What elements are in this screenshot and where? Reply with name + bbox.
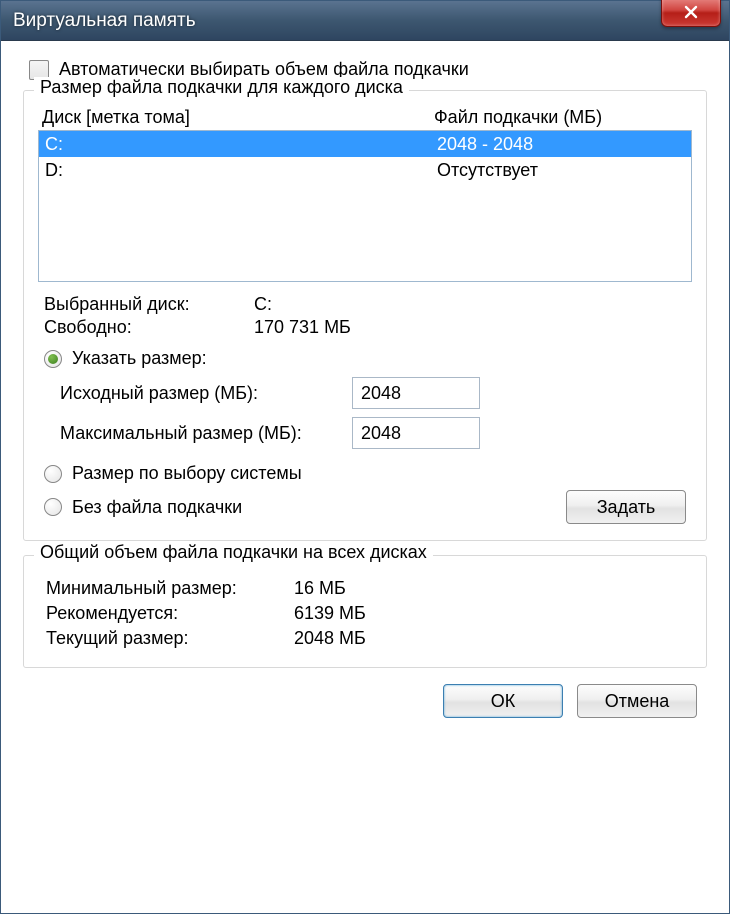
radio-system-size-label: Размер по выбору системы <box>72 463 302 484</box>
drive-cell: C: <box>45 132 437 156</box>
titlebar[interactable]: Виртуальная память <box>1 1 729 41</box>
totals-group: Общий объем файла подкачки на всех диска… <box>23 555 707 668</box>
min-size-label: Минимальный размер: <box>46 578 294 599</box>
column-drive-header: Диск [метка тома] <box>42 107 434 128</box>
paging-cell: 2048 - 2048 <box>437 132 533 156</box>
cancel-button[interactable]: Отмена <box>577 684 697 718</box>
dialog-content: Автоматически выбирать объем файла подка… <box>1 41 729 734</box>
radio-no-paging[interactable] <box>44 498 62 516</box>
free-space-label: Свободно: <box>44 317 254 338</box>
per-drive-group: Размер файла подкачки для каждого диска … <box>23 90 707 541</box>
drive-listbox[interactable]: C: 2048 - 2048 D: Отсутствует <box>38 130 692 282</box>
per-drive-group-title: Размер файла подкачки для каждого диска <box>34 77 409 98</box>
radio-no-paging-label: Без файла подкачки <box>72 497 242 518</box>
close-icon <box>684 5 698 19</box>
radio-system-size[interactable] <box>44 465 62 483</box>
current-size-label: Текущий размер: <box>46 628 294 649</box>
radio-custom-size-label: Указать размер: <box>72 348 207 369</box>
max-size-input[interactable] <box>352 417 480 449</box>
recommended-value: 6139 МБ <box>294 603 366 624</box>
initial-size-input[interactable] <box>352 377 480 409</box>
drive-cell: D: <box>45 158 437 182</box>
max-size-label: Максимальный размер (МБ): <box>60 423 352 444</box>
ok-button[interactable]: ОК <box>443 684 563 718</box>
close-button[interactable] <box>661 0 721 27</box>
column-paging-header: Файл подкачки (МБ) <box>434 107 602 128</box>
min-size-value: 16 МБ <box>294 578 346 599</box>
virtual-memory-dialog: Виртуальная память Автоматически выбират… <box>0 0 730 914</box>
recommended-label: Рекомендуется: <box>46 603 294 624</box>
list-item[interactable]: D: Отсутствует <box>39 157 691 183</box>
list-item[interactable]: C: 2048 - 2048 <box>39 131 691 157</box>
paging-cell: Отсутствует <box>437 158 538 182</box>
selected-drive-value: C: <box>254 294 272 315</box>
selected-drive-label: Выбранный диск: <box>44 294 254 315</box>
initial-size-label: Исходный размер (МБ): <box>60 383 352 404</box>
free-space-value: 170 731 МБ <box>254 317 351 338</box>
set-button[interactable]: Задать <box>566 490 686 524</box>
radio-custom-size[interactable] <box>44 350 62 368</box>
totals-group-title: Общий объем файла подкачки на всех диска… <box>34 542 433 563</box>
window-title: Виртуальная память <box>13 10 196 32</box>
current-size-value: 2048 МБ <box>294 628 366 649</box>
